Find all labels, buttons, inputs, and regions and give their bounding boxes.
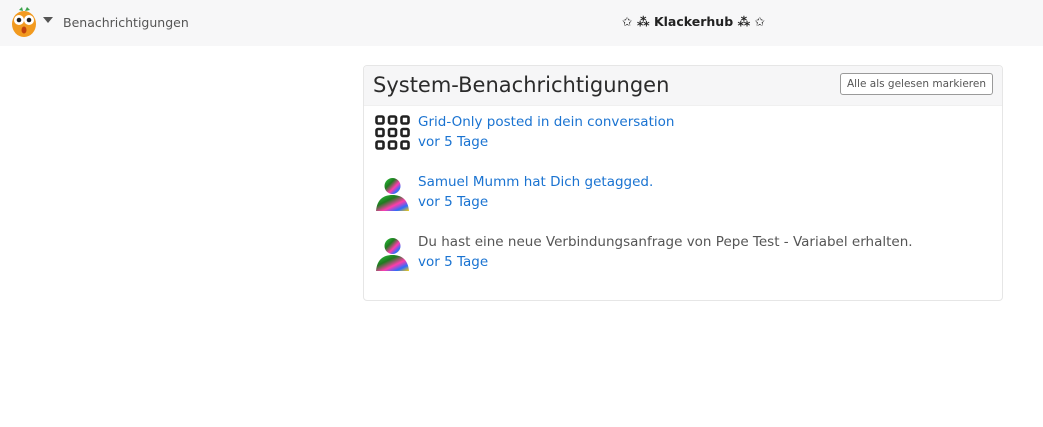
grid-avatar-icon[interactable] — [374, 114, 411, 151]
mark-all-read-button[interactable]: Alle als gelesen markieren — [839, 73, 993, 95]
notification-time[interactable]: vor 5 Tage — [418, 134, 488, 150]
panel-title: System-Benachrichtigungen — [373, 73, 670, 97]
user-avatar[interactable] — [374, 174, 411, 211]
user-avatar[interactable] — [374, 234, 411, 271]
notification-item[interactable]: Grid-Only posted in dein conversation vo… — [374, 114, 984, 154]
notifications-panel: System-Benachrichtigungen Alle als geles… — [363, 65, 1003, 301]
notification-text: Du hast eine neue Verbindungsanfrage von… — [418, 234, 913, 250]
notification-text[interactable]: Samuel Mumm hat Dich getagged. — [418, 174, 653, 190]
notification-time[interactable]: vor 5 Tage — [418, 194, 488, 210]
notification-time[interactable]: vor 5 Tage — [418, 254, 488, 270]
owl-logo-icon[interactable] — [10, 6, 38, 38]
page-label: Benachrichtigungen — [63, 15, 189, 30]
notification-text[interactable]: Grid-Only posted in dein conversation — [418, 114, 674, 130]
notification-item[interactable]: Du hast eine neue Verbindungsanfrage von… — [374, 234, 984, 274]
caret-down-icon[interactable] — [43, 17, 53, 23]
site-title[interactable]: ✩ ⁂ Klackerhub ⁂ ✩ — [622, 14, 765, 29]
notification-item[interactable]: Samuel Mumm hat Dich getagged. vor 5 Tag… — [374, 174, 984, 214]
top-navbar: Benachrichtigungen ✩ ⁂ Klackerhub ⁂ ✩ — [0, 0, 1043, 46]
panel-header: System-Benachrichtigungen Alle als geles… — [364, 66, 1002, 106]
